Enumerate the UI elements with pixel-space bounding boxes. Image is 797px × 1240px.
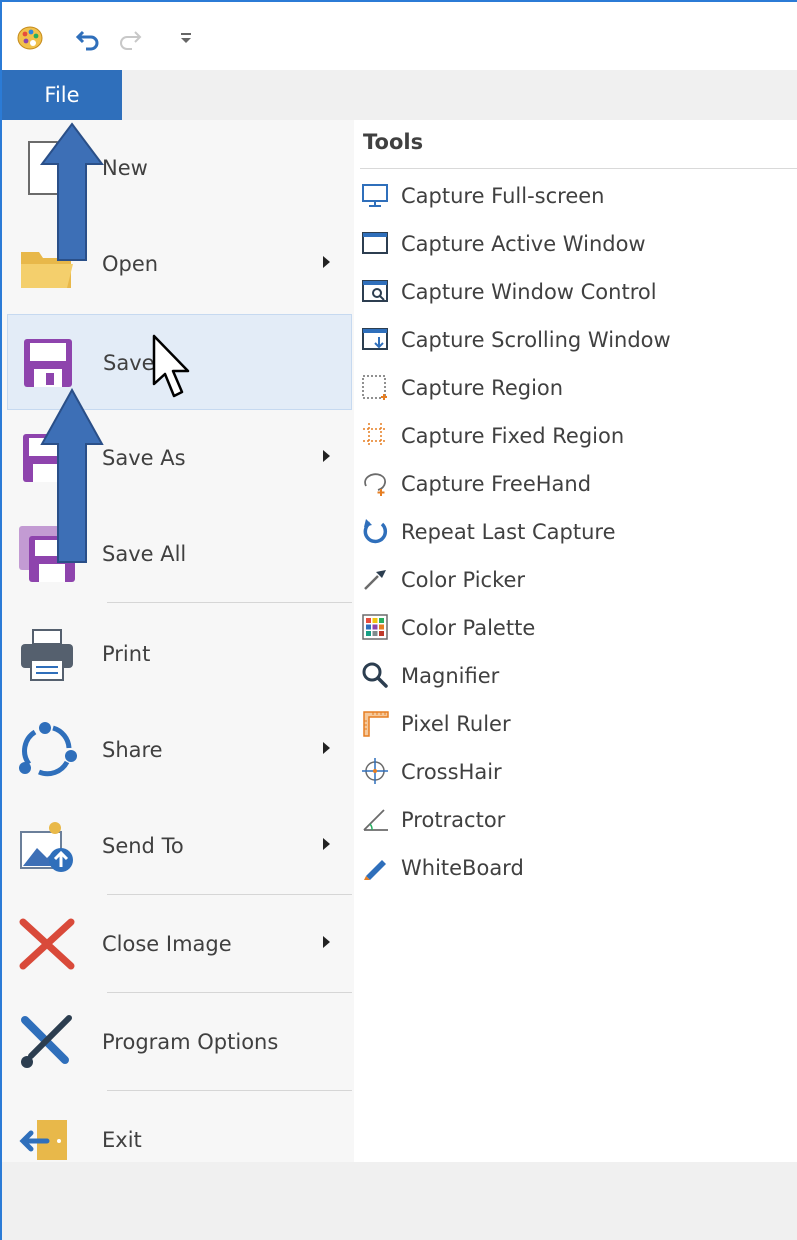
tool-capture-freehand[interactable]: Capture FreeHand xyxy=(360,460,780,504)
tools-header-divider xyxy=(360,168,797,169)
tool-label: Capture Active Window xyxy=(401,232,646,256)
tool-label: Color Picker xyxy=(401,568,526,592)
quick-access-toolbar xyxy=(2,2,797,71)
menu-item-print[interactable]: Print xyxy=(7,606,352,702)
window-control-icon xyxy=(362,280,388,302)
menu-separator xyxy=(107,992,352,993)
ribbon-tab-strip: File xyxy=(2,70,797,120)
menu-separator xyxy=(107,1090,352,1091)
file-tab[interactable]: File xyxy=(2,70,122,120)
status-strip xyxy=(2,1162,797,1240)
window-icon xyxy=(362,232,388,254)
menu-item-label: Open xyxy=(102,252,159,276)
menu-item-label: Program Options xyxy=(102,1030,279,1054)
submenu-arrow-icon xyxy=(323,936,330,948)
fixed-region-icon xyxy=(363,423,387,447)
menu-item-label: New xyxy=(102,156,148,180)
submenu-arrow-icon xyxy=(323,742,330,754)
wrench-screwdriver-icon xyxy=(21,1015,72,1068)
menu-item-close-image[interactable]: Close Image xyxy=(7,896,352,992)
submenu-arrow-icon xyxy=(323,256,330,268)
submenu-arrow-icon xyxy=(323,450,330,462)
tool-label: WhiteBoard xyxy=(401,856,524,880)
tool-magnifier[interactable]: Magnifier xyxy=(360,652,780,696)
tool-crosshair[interactable]: CrossHair xyxy=(360,748,780,792)
tools-header: Tools xyxy=(363,130,424,154)
eyedropper-icon xyxy=(364,570,386,590)
mouse-cursor-icon xyxy=(152,334,190,398)
submenu-arrow-icon xyxy=(323,838,330,850)
tool-label: Capture Window Control xyxy=(401,280,657,304)
whiteboard-pen-icon xyxy=(364,860,386,880)
tool-capture-fixed-region[interactable]: Capture Fixed Region xyxy=(360,412,780,456)
menu-item-label: Save xyxy=(103,351,155,375)
tool-repeat-last-capture[interactable]: Repeat Last Capture xyxy=(360,508,780,552)
menu-item-label: Print xyxy=(102,642,151,666)
tool-whiteboard[interactable]: WhiteBoard xyxy=(360,844,780,888)
menu-separator xyxy=(107,894,352,895)
tool-label: Capture Full-screen xyxy=(401,184,605,208)
crosshair-icon xyxy=(362,758,388,784)
tool-capture-active-window[interactable]: Capture Active Window xyxy=(360,220,780,264)
customize-qat-icon[interactable] xyxy=(170,22,202,54)
tool-protractor[interactable]: Protractor xyxy=(360,796,780,840)
pixel-ruler-icon xyxy=(363,711,389,737)
share-icon xyxy=(19,722,77,777)
backstage-menu: New Open Save Save As Save All Print Sha… xyxy=(2,120,354,1162)
menu-item-label: Save As xyxy=(102,446,186,470)
undo-icon[interactable] xyxy=(72,22,104,54)
save-icon xyxy=(24,339,72,387)
tool-color-palette[interactable]: Color Palette xyxy=(360,604,780,648)
close-image-icon xyxy=(19,918,75,970)
tool-label: Capture FreeHand xyxy=(401,472,592,496)
redo-icon[interactable] xyxy=(114,22,146,54)
tool-label: Magnifier xyxy=(401,664,500,688)
annotation-arrow-up xyxy=(40,122,104,261)
freehand-icon xyxy=(364,473,386,496)
menu-item-program-options[interactable]: Program Options xyxy=(7,994,352,1090)
menu-item-share[interactable]: Share xyxy=(7,702,352,798)
tool-label: Repeat Last Capture xyxy=(401,520,616,544)
region-icon xyxy=(362,375,387,400)
tool-capture-window-control[interactable]: Capture Window Control xyxy=(360,268,780,312)
send-to-icon xyxy=(20,822,73,872)
annotation-arrow-up xyxy=(40,388,104,563)
tool-label: Capture Scrolling Window xyxy=(401,328,671,352)
tool-label: Capture Region xyxy=(401,376,564,400)
tool-pixel-ruler[interactable]: Pixel Ruler xyxy=(360,700,780,744)
menu-separator xyxy=(107,602,352,603)
tool-capture-scrolling-window[interactable]: Capture Scrolling Window xyxy=(360,316,780,360)
magnifier-icon xyxy=(362,662,388,688)
tool-capture-full-screen[interactable]: Capture Full-screen xyxy=(360,172,780,216)
tool-label: Color Palette xyxy=(401,616,536,640)
tool-label: Protractor xyxy=(401,808,506,832)
menu-item-send-to[interactable]: Send To xyxy=(7,798,352,894)
tool-label: CrossHair xyxy=(401,760,502,784)
palette-icon[interactable] xyxy=(14,22,46,54)
tool-label: Capture Fixed Region xyxy=(401,424,625,448)
tools-panel: Tools Capture Full-screen Capture Active… xyxy=(354,120,797,1162)
tool-capture-region[interactable]: Capture Region xyxy=(360,364,780,408)
tool-label: Pixel Ruler xyxy=(401,712,511,736)
monitor-icon xyxy=(362,184,388,207)
printer-icon xyxy=(21,629,73,681)
repeat-icon xyxy=(363,519,388,544)
menu-item-label: Save All xyxy=(102,542,187,566)
protractor-icon xyxy=(363,809,388,831)
color-palette-icon xyxy=(362,614,388,640)
scrolling-window-icon xyxy=(362,328,388,350)
tool-color-picker[interactable]: Color Picker xyxy=(360,556,780,600)
menu-item-label: Share xyxy=(102,738,163,762)
menu-item-label: Close Image xyxy=(102,932,232,956)
menu-item-label: Send To xyxy=(102,834,184,858)
